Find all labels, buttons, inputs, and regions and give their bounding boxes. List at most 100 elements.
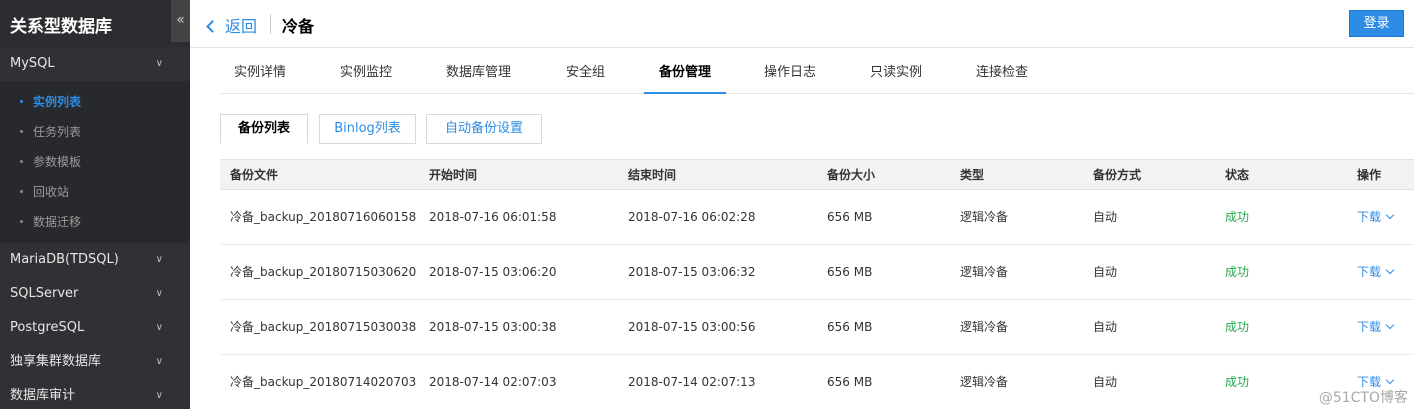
end-time-cell: 2018-07-15 03:00:56 [628,320,756,334]
sidebar-item-data-migration[interactable]: 数据迁移 [0,207,190,237]
column-header: 操作 [1357,168,1382,182]
column-header: 类型 [960,168,985,182]
sidebar-group-dedicated-cluster[interactable]: 独享集群数据库 ∨ [0,345,190,379]
backup-file-cell: 冷备_backup_20180715030038 [230,320,417,334]
type-cell: 逻辑冷备 [960,320,1009,334]
backup-method-cell: 自动 [1093,320,1118,334]
download-dropdown[interactable]: 下载 [1357,300,1395,354]
column-header: 备份文件 [230,168,279,182]
backup-method-cell: 自动 [1093,375,1118,389]
sidebar-header: 关系型数据库 « [0,0,190,47]
download-label: 下载 [1357,265,1382,279]
main-content: 返回 冷备 登录 实例详情 实例监控 数据库管理 安全组 备份管理 操作日志 只… [190,0,1414,409]
sidebar-item-instance-list[interactable]: 实例列表 [0,87,190,117]
sidebar-item-param-template[interactable]: 参数模板 [0,147,190,177]
chevron-down-icon: ∨ [155,390,163,401]
tab-bar: 实例详情 实例监控 数据库管理 安全组 备份管理 操作日志 只读实例 连接检查 [220,49,1414,94]
column-header: 备份大小 [827,168,876,182]
sidebar-item-label: 参数模板 [33,155,82,169]
backup-file-cell: 冷备_backup_20180715030620 [230,265,417,279]
app-root: 关系型数据库 « MySQL ∨ 实例列表 任务列表 参数模板 回收站 数据迁移 [0,0,1414,409]
sidebar-groups: MariaDB(TDSQL) ∨ SQLServer ∨ PostgreSQL … [0,243,190,409]
tab-instance-details[interactable]: 实例详情 [234,49,286,94]
tab-backup-management[interactable]: 备份管理 [644,49,727,94]
column-header: 结束时间 [628,168,677,182]
column-header: 开始时间 [429,168,478,182]
type-cell: 逻辑冷备 [960,265,1009,279]
end-time-cell: 2018-07-15 03:06:32 [628,265,756,279]
sidebar-item-label: 任务列表 [33,125,82,139]
tab-db-management[interactable]: 数据库管理 [446,49,511,94]
column-header: 备份方式 [1093,168,1142,182]
sidebar-group-label: SQLServer [10,286,79,301]
tab-security-group[interactable]: 安全组 [566,49,605,94]
sidebar-group-label: MySQL [10,56,55,71]
tab-operation-log[interactable]: 操作日志 [764,49,816,94]
chevron-left-icon [206,20,219,33]
backup-size-cell: 656 MB [827,210,873,224]
chevron-down-icon: ∨ [155,322,163,333]
sidebar-title: 关系型数据库 [10,17,112,37]
chevron-down-icon [1385,375,1395,385]
download-label: 下载 [1357,320,1382,334]
start-time-cell: 2018-07-14 02:07:03 [429,375,557,389]
status-cell: 成功 [1225,375,1250,389]
start-time-cell: 2018-07-15 03:00:38 [429,320,557,334]
type-cell: 逻辑冷备 [960,210,1009,224]
sidebar-group-sqlserver[interactable]: SQLServer ∨ [0,277,190,311]
sidebar-item-recycle-bin[interactable]: 回收站 [0,177,190,207]
sidebar-group-postgresql[interactable]: PostgreSQL ∨ [0,311,190,345]
back-link[interactable]: 返回 [206,13,258,37]
backup-size-cell: 656 MB [827,320,873,334]
sidebar-group-mariadb[interactable]: MariaDB(TDSQL) ∨ [0,243,190,277]
end-time-cell: 2018-07-14 02:07:13 [628,375,756,389]
chevron-down-icon: ∨ [155,288,163,299]
backup-method-cell: 自动 [1093,210,1118,224]
login-button[interactable]: 登录 [1349,10,1404,37]
bullet-icon [20,160,23,163]
table-row: 冷备_backup_20180715030038 2018-07-15 03:0… [220,300,1414,355]
table-row: 冷备_backup_20180714020703 2018-07-14 02:0… [220,355,1414,409]
bullet-icon [20,130,23,133]
status-cell: 成功 [1225,265,1250,279]
chevron-down-icon: ∨ [155,356,163,367]
subtab-auto-backup-settings[interactable]: 自动备份设置 [426,114,542,144]
topbar: 返回 冷备 登录 [190,0,1414,48]
table-row: 冷备_backup_20180716060158 2018-07-16 06:0… [220,190,1414,245]
backup-file-cell: 冷备_backup_20180716060158 [230,210,417,224]
chevron-down-icon [1385,265,1395,275]
end-time-cell: 2018-07-16 06:02:28 [628,210,756,224]
subtab-binlog-list[interactable]: Binlog列表 [319,114,416,144]
tab-instance-monitor[interactable]: 实例监控 [340,49,392,94]
backup-table: 备份文件 开始时间 结束时间 备份大小 类型 备份方式 状态 操作 冷备_bac… [220,159,1414,409]
backup-file-cell: 冷备_backup_20180714020703 [230,375,417,389]
sidebar-item-label: 实例列表 [33,95,82,109]
backup-size-cell: 656 MB [827,375,873,389]
collapse-sidebar-icon[interactable]: « [171,0,190,42]
sidebar-group-label: PostgreSQL [10,320,85,335]
tab-connection-check[interactable]: 连接检查 [976,49,1028,94]
download-label: 下载 [1357,210,1382,224]
subtab-backup-list[interactable]: 备份列表 [220,114,308,144]
backup-size-cell: 656 MB [827,265,873,279]
table-header: 备份文件 开始时间 结束时间 备份大小 类型 备份方式 状态 操作 [220,159,1414,190]
status-cell: 成功 [1225,210,1250,224]
download-dropdown[interactable]: 下载 [1357,190,1395,244]
chevron-down-icon [1385,210,1395,220]
sidebar-item-label: 数据迁移 [33,215,82,229]
table-row: 冷备_backup_20180715030620 2018-07-15 03:0… [220,245,1414,300]
sidebar-group-db-audit[interactable]: 数据库审计 ∨ [0,379,190,409]
divider [270,14,271,34]
download-dropdown[interactable]: 下载 [1357,245,1395,299]
tab-readonly-instance[interactable]: 只读实例 [870,49,922,94]
type-cell: 逻辑冷备 [960,375,1009,389]
sidebar-item-task-list[interactable]: 任务列表 [0,117,190,147]
bullet-icon [20,100,23,103]
sidebar-submenu: 实例列表 任务列表 参数模板 回收站 数据迁移 [0,81,190,245]
sidebar-group-mysql[interactable]: MySQL ∨ [0,47,190,81]
back-label: 返回 [225,17,258,36]
sidebar-group-label: 数据库审计 [10,388,76,403]
page-title: 冷备 [282,17,315,36]
sidebar-group-label: 独享集群数据库 [10,354,102,369]
bullet-icon [20,190,23,193]
